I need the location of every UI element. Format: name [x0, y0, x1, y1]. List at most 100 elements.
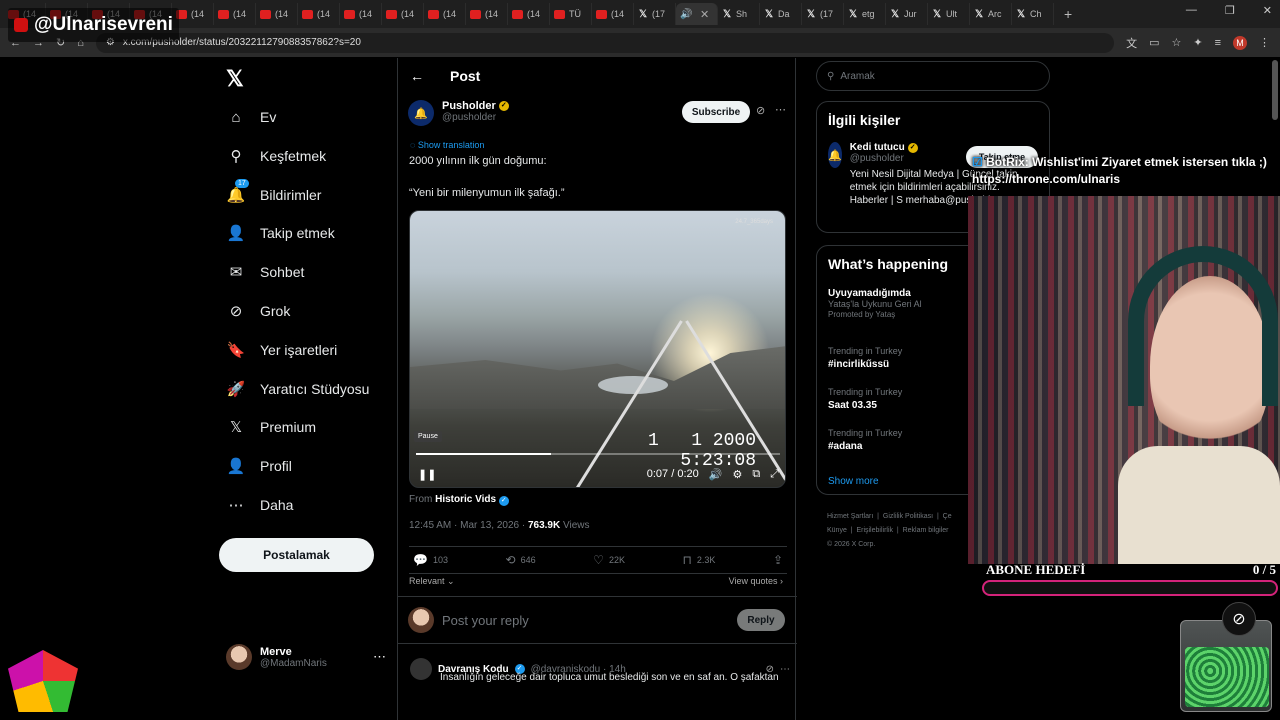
author-name[interactable]: Pusholder: [442, 100, 496, 112]
browser-tab[interactable]: (14: [592, 3, 634, 25]
trend-item[interactable]: Uyuyamadığımda Yataş'la Uykunu Geri Al P…: [828, 288, 922, 319]
back-arrow-icon[interactable]: ←: [410, 68, 424, 84]
reply-sort-dropdown[interactable]: Relevant ⌄: [409, 576, 455, 587]
post-text-line-1: 2000 yılının ilk gün doğumu:: [409, 155, 547, 167]
browser-tab[interactable]: (14: [340, 3, 382, 25]
author-avatar[interactable]: 🔔: [408, 100, 434, 126]
profile-icon[interactable]: M: [1233, 35, 1247, 50]
post-header: ← Post: [398, 58, 797, 94]
close-tab-icon[interactable]: ✕: [700, 8, 709, 21]
repost-action[interactable]: ⟲ 646: [506, 553, 536, 567]
like-action[interactable]: ♡ 22K: [593, 553, 625, 567]
reading-list-icon[interactable]: ≡: [1215, 37, 1221, 49]
browser-tab[interactable]: 𝕏 Ult: [928, 3, 970, 25]
nav-item[interactable]: ⋯ Daha: [226, 490, 294, 520]
reply-button[interactable]: Reply: [737, 609, 785, 631]
post-timestamp[interactable]: 12:45 AM · Mar 13, 2026 ·: [409, 520, 528, 531]
trend-item[interactable]: Trending in Turkey #adana: [828, 428, 902, 452]
maximize-icon[interactable]: ❐: [1225, 4, 1235, 17]
browser-tab[interactable]: 𝕏etg: [844, 3, 886, 25]
show-translation-link[interactable]: ◌ Show translation: [410, 140, 484, 150]
video-source: From Historic Vids ✓: [409, 494, 509, 506]
nav-item[interactable]: 🔔 17 Bildirimler: [226, 178, 321, 210]
verified-gold-icon: ✓: [907, 142, 918, 153]
nav-item[interactable]: 🔖 Yer işaretleri: [226, 335, 338, 365]
view-quotes-link[interactable]: View quotes ›: [729, 576, 783, 586]
menu-icon[interactable]: ⋮: [1259, 36, 1270, 49]
related-name[interactable]: Kedi tutucu: [850, 142, 905, 153]
browser-tab[interactable]: 𝕏 (17: [634, 3, 676, 25]
nav-label: Ev: [260, 109, 277, 125]
nav-item[interactable]: 🚀 Yaratıcı Stüdyosu: [226, 374, 370, 404]
volume-icon[interactable]: 🔊: [709, 468, 723, 481]
bookmark-action[interactable]: ⊓ 2.3K: [683, 553, 716, 567]
grok-icon[interactable]: ⊘: [756, 104, 765, 117]
post-button[interactable]: Postalamak: [219, 538, 374, 572]
nav-item[interactable]: ⌂ Ev: [226, 102, 276, 132]
video-progress-bar[interactable]: [416, 453, 780, 455]
trend-title: Uyuyamadığımda: [828, 288, 911, 299]
scrollbar[interactable]: [1272, 60, 1278, 120]
browser-tab[interactable]: 𝕏 Sh: [718, 3, 760, 25]
video-player[interactable]: 24.7_365days 1 1 2000 5:23:08 Pause ❚❚ 0…: [409, 210, 786, 488]
video-watermark: 24.7_365days: [735, 219, 773, 225]
browser-tab[interactable]: 𝕏 Arc: [970, 3, 1012, 25]
translate-icon[interactable]: 文: [1126, 35, 1137, 51]
browser-tab[interactable]: (14: [214, 3, 256, 25]
tab-label: (14: [443, 9, 457, 19]
browser-tab[interactable]: 𝕏 Jur: [886, 3, 928, 25]
fullscreen-icon[interactable]: ⤢: [770, 468, 779, 481]
browser-tab[interactable]: (14: [298, 3, 340, 25]
pause-icon[interactable]: ❚❚: [418, 468, 436, 481]
settings-icon[interactable]: ⚙: [732, 468, 742, 481]
account-switcher[interactable]: Merve @MadamNaris ⋯: [226, 644, 386, 670]
nav-item[interactable]: ✉ Sohbet: [226, 257, 305, 287]
extensions-icon[interactable]: ✦: [1193, 36, 1202, 49]
x-logo-icon[interactable]: 𝕏: [226, 66, 244, 92]
browser-tab[interactable]: 𝕏 (17: [802, 3, 844, 25]
video-time: 0:07 / 0:20: [646, 468, 699, 480]
nav-item[interactable]: ⊘ Grok: [226, 296, 291, 326]
audio-icon: 🔊: [680, 8, 693, 20]
nav-item[interactable]: ⚲ Keşfetmek: [226, 141, 327, 171]
browser-tab[interactable]: (14: [382, 3, 424, 25]
search-input[interactable]: ⚲ Aramak: [816, 61, 1050, 91]
nav-item[interactable]: 𝕏 Premium: [226, 412, 316, 442]
minimize-icon[interactable]: —: [1186, 4, 1197, 17]
more-icon[interactable]: ⋯: [373, 649, 386, 665]
browser-tab[interactable]: 𝕏 Ch: [1012, 3, 1054, 25]
browser-tab[interactable]: 𝕏 Da: [760, 3, 802, 25]
tab-label: (14: [611, 9, 625, 19]
nav-item[interactable]: 👤 Takip etmek: [226, 218, 335, 248]
browser-tab[interactable]: (14: [256, 3, 298, 25]
star-icon[interactable]: ☆: [1171, 36, 1181, 49]
browser-tab[interactable]: (14: [466, 3, 508, 25]
more-icon[interactable]: ⋯: [775, 103, 786, 116]
reply-post[interactable]: Davranış Kodu ✓ @davraniskodu · 14h ⊘ ⋯ …: [410, 658, 790, 683]
reply-input[interactable]: Post your reply: [442, 613, 529, 628]
bookmark-icon: ⊓: [682, 553, 692, 567]
source-name[interactable]: Historic Vids: [435, 494, 496, 505]
pip-icon[interactable]: ⧉: [752, 468, 760, 481]
trend-item[interactable]: Trending in Turkey #incirlikűssü: [828, 346, 902, 370]
reply-action[interactable]: 💬 103: [413, 553, 448, 567]
trend-item[interactable]: Trending in Turkey Saat 03.35: [828, 387, 902, 411]
pause-tooltip: Pause: [414, 431, 442, 442]
nav-item[interactable]: 👤 Profil: [226, 451, 292, 481]
more-icon[interactable]: ⋯: [780, 664, 790, 675]
close-window-icon[interactable]: ✕: [1263, 4, 1272, 17]
share-action[interactable]: ⇪: [773, 553, 783, 567]
post-meta: 12:45 AM · Mar 13, 2026 · 763.9K Views: [409, 520, 589, 531]
related-avatar[interactable]: 🔔: [828, 142, 842, 168]
url-field[interactable]: ⚙ x.com/pusholder/status/203221127908835…: [95, 32, 1115, 53]
author-handle[interactable]: @pusholder: [442, 112, 509, 123]
browser-tab[interactable]: (14: [508, 3, 550, 25]
show-more-link[interactable]: Show more: [828, 476, 879, 487]
avatar[interactable]: [410, 658, 432, 680]
new-tab-icon[interactable]: +: [1064, 6, 1072, 22]
subscribe-button[interactable]: Subscribe: [682, 101, 750, 123]
browser-tab[interactable]: 🔊 ✕: [676, 3, 718, 25]
browser-tab[interactable]: TÜ: [550, 3, 592, 25]
browser-tab[interactable]: (14: [424, 3, 466, 25]
cast-icon[interactable]: ▭: [1149, 36, 1159, 49]
